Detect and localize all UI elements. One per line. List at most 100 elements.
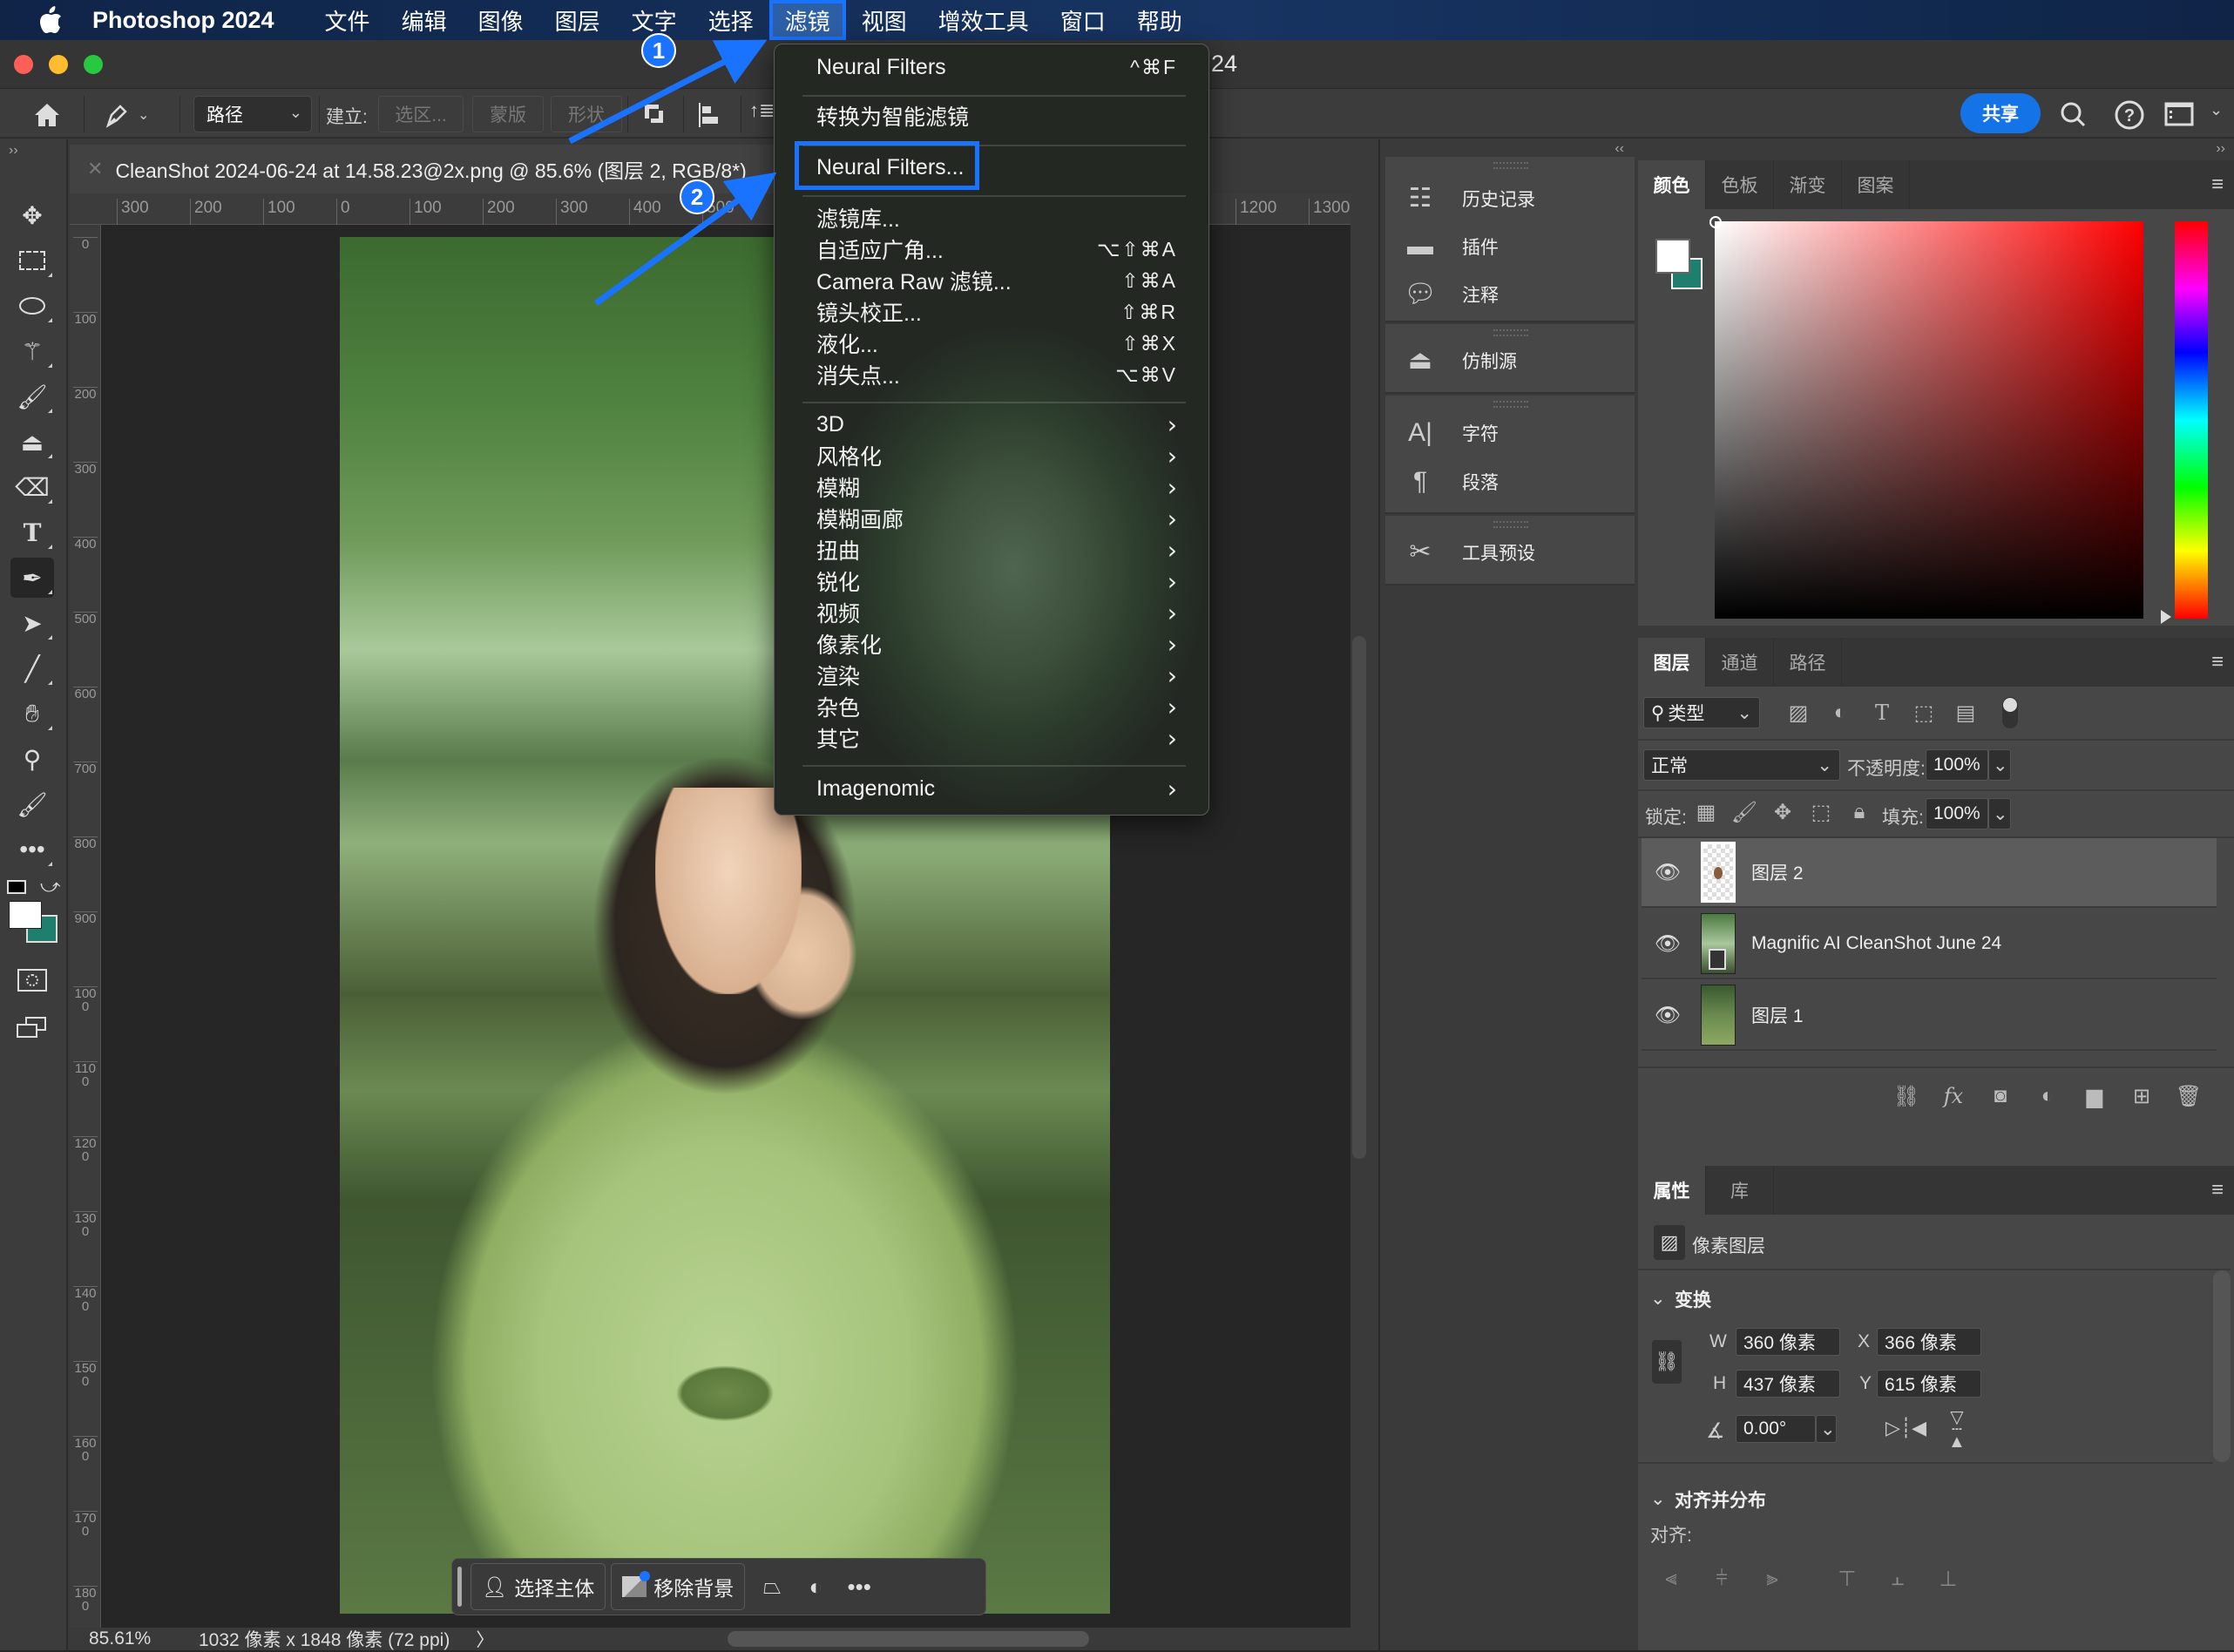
- status-menu-arrow[interactable]: 〉: [476, 1626, 494, 1652]
- apple-logo-icon[interactable]: [35, 4, 66, 36]
- link-dimensions-icon[interactable]: ⛓︎: [1652, 1340, 1682, 1384]
- layer-row[interactable]: 👁︎ Magnific AI CleanShot June 24: [1642, 910, 2217, 979]
- workspace-icon[interactable]: [2164, 101, 2194, 127]
- pen-tool[interactable]: ✒︎: [10, 558, 54, 598]
- tab-color[interactable]: 颜色: [1638, 160, 1706, 209]
- panel-menu-icon[interactable]: ≡: [2211, 173, 2224, 197]
- menu-view[interactable]: 视图: [846, 0, 923, 40]
- new-adjustment-icon[interactable]: ◐: [2032, 1080, 2063, 1112]
- height-input[interactable]: 437 像素: [1736, 1370, 1840, 1398]
- brush-tool[interactable]: 🖌︎: [10, 376, 54, 416]
- lock-image-icon[interactable]: 🖌︎: [1729, 796, 1760, 828]
- drag-handle[interactable]: [457, 1567, 462, 1607]
- filter-toggle[interactable]: [2002, 697, 2018, 728]
- add-mask-icon[interactable]: ◙: [1985, 1080, 2016, 1112]
- menu-select[interactable]: 选择: [693, 0, 769, 40]
- menu-item-filter-gallery[interactable]: 滤镜库...: [816, 202, 1177, 234]
- clone-stamp-tool[interactable]: ⏏: [10, 422, 54, 462]
- layer-filter-kind[interactable]: ⚲ 类型 ⌄: [1643, 697, 1760, 728]
- y-input[interactable]: 615 像素: [1877, 1370, 1981, 1398]
- lock-position-icon[interactable]: ✥: [1767, 796, 1798, 828]
- visibility-eye-icon[interactable]: 👁︎: [1642, 931, 1694, 957]
- transform-icon[interactable]: ⏢: [750, 1563, 794, 1610]
- tab-swatches[interactable]: 色板: [1706, 160, 1774, 209]
- tool-preset-picker[interactable]: ⌄: [103, 98, 164, 132]
- align-horizontal-center-icon[interactable]: ⫩: [1706, 1563, 1737, 1594]
- layer-fx-icon[interactable]: fx: [1938, 1080, 1969, 1112]
- submenu-blur[interactable]: 模糊 ›: [816, 471, 1177, 503]
- group-grip[interactable]: [1493, 162, 1528, 169]
- move-tool[interactable]: ✥: [10, 195, 54, 235]
- close-tab-icon[interactable]: ✕: [87, 158, 103, 180]
- submenu-blur-gallery[interactable]: 模糊画廊 ›: [816, 503, 1177, 534]
- lock-all-icon[interactable]: 🔒︎: [1844, 796, 1875, 828]
- flip-vertical-icon[interactable]: ▽ ┄ ▲: [1948, 1409, 1966, 1451]
- expand-toolbar-icon[interactable]: ››: [9, 143, 18, 159]
- color-picker-handle[interactable]: [1709, 216, 1722, 228]
- filter-shape-icon[interactable]: ⬚: [1908, 697, 1940, 728]
- menu-edit[interactable]: 编辑: [386, 0, 463, 40]
- link-layers-icon[interactable]: ⛓︎: [1891, 1080, 1922, 1112]
- dock-clone-source[interactable]: ⏏ 仿制源: [1403, 345, 1517, 376]
- fill-dropdown[interactable]: ⌄: [1988, 798, 2011, 829]
- quick-mask-icon[interactable]: [17, 969, 47, 992]
- path-alignment-icon[interactable]: [694, 99, 725, 131]
- menu-item-liquify[interactable]: 液化... ⇧⌘X: [816, 328, 1177, 359]
- minimize-window-button[interactable]: [49, 55, 68, 74]
- menu-item-vanishing-point[interactable]: 消失点... ⌥⌘V: [816, 359, 1177, 390]
- dock-notes[interactable]: 💬︎ 注释: [1403, 279, 1499, 309]
- lasso-tool[interactable]: [10, 286, 54, 326]
- hand-tool[interactable]: ✋︎: [10, 694, 54, 734]
- more-options-icon[interactable]: •••: [837, 1563, 881, 1610]
- make-shape-button[interactable]: 形状: [551, 96, 622, 132]
- dock-history[interactable]: ☷ 历史记录: [1403, 183, 1535, 213]
- pen-mode-select[interactable]: 路径 ⌄: [193, 96, 312, 132]
- document-tab[interactable]: ✕ CleanShot 2024-06-24 at 14.58.23@2x.pn…: [70, 145, 775, 193]
- remove-background-button[interactable]: 移除背景: [611, 1563, 746, 1610]
- menu-window[interactable]: 窗口: [1045, 0, 1121, 40]
- app-name-menu[interactable]: Photoshop 2024: [92, 7, 274, 34]
- filter-pixel-icon[interactable]: ▨: [1783, 697, 1814, 728]
- dock-character[interactable]: A| 字符: [1403, 418, 1499, 448]
- magic-wand-tool[interactable]: ⚚: [10, 331, 54, 371]
- filter-type-icon[interactable]: T: [1866, 697, 1898, 728]
- tab-patterns[interactable]: 图案: [1842, 160, 1910, 209]
- make-selection-button[interactable]: 选区...: [378, 96, 464, 132]
- group-grip[interactable]: [1493, 329, 1528, 336]
- home-icon[interactable]: [30, 98, 64, 132]
- submenu-distort[interactable]: 扭曲 ›: [816, 534, 1177, 565]
- foreground-color-chip[interactable]: [1655, 239, 1690, 274]
- screen-mode-icon[interactable]: [16, 1016, 49, 1042]
- tab-paths[interactable]: 路径: [1774, 638, 1842, 687]
- close-window-button[interactable]: [14, 55, 33, 74]
- transform-section-title[interactable]: 变换: [1675, 1286, 1711, 1312]
- foreground-color-swatch[interactable]: [9, 901, 42, 929]
- opacity-dropdown[interactable]: ⌄: [1988, 749, 2011, 781]
- opacity-input[interactable]: 100%: [1926, 749, 1988, 781]
- angle-dropdown[interactable]: ⌄: [1816, 1415, 1837, 1443]
- align-top-icon[interactable]: ⊤: [1831, 1563, 1863, 1594]
- hue-slider[interactable]: [2175, 221, 2208, 619]
- color-saturation-field[interactable]: [1709, 216, 2143, 619]
- new-layer-icon[interactable]: ⊞: [2126, 1080, 2157, 1112]
- workspace-chevron-icon[interactable]: ⌄: [2210, 101, 2223, 119]
- menu-file[interactable]: 文件: [309, 0, 386, 40]
- angle-input[interactable]: 0.00°: [1736, 1415, 1816, 1443]
- new-group-icon[interactable]: ▆: [2079, 1080, 2110, 1112]
- marquee-tool[interactable]: [10, 240, 54, 281]
- path-operations-icon[interactable]: [640, 99, 671, 131]
- submenu-stylize[interactable]: 风格化 ›: [816, 440, 1177, 471]
- menu-plugins[interactable]: 增效工具: [923, 0, 1045, 40]
- lock-artboard-icon[interactable]: ⬚: [1805, 796, 1837, 828]
- tab-layers[interactable]: 图层: [1638, 638, 1706, 687]
- path-arrangement-icon[interactable]: ↑≣: [749, 99, 775, 131]
- align-left-icon[interactable]: ⫷: [1655, 1563, 1687, 1594]
- quick-actions-tool[interactable]: 🖌︎: [10, 784, 54, 824]
- tab-libraries[interactable]: 库: [1706, 1166, 1774, 1215]
- zoom-window-button[interactable]: [84, 55, 103, 74]
- type-tool[interactable]: T: [10, 512, 54, 552]
- submenu-imagenomic[interactable]: Imagenomic ›: [816, 773, 1177, 804]
- submenu-render[interactable]: 渲染 ›: [816, 660, 1177, 691]
- group-grip[interactable]: [1493, 401, 1528, 408]
- menu-image[interactable]: 图像: [463, 0, 539, 40]
